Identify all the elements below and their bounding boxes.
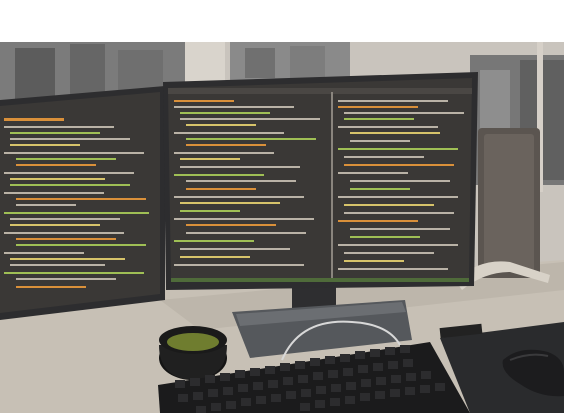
desk-scene bbox=[0, 0, 564, 413]
monitor-left-icon bbox=[0, 86, 165, 320]
top-band bbox=[0, 0, 564, 42]
monitor-center-icon bbox=[163, 72, 478, 290]
mug-icon bbox=[159, 326, 227, 380]
